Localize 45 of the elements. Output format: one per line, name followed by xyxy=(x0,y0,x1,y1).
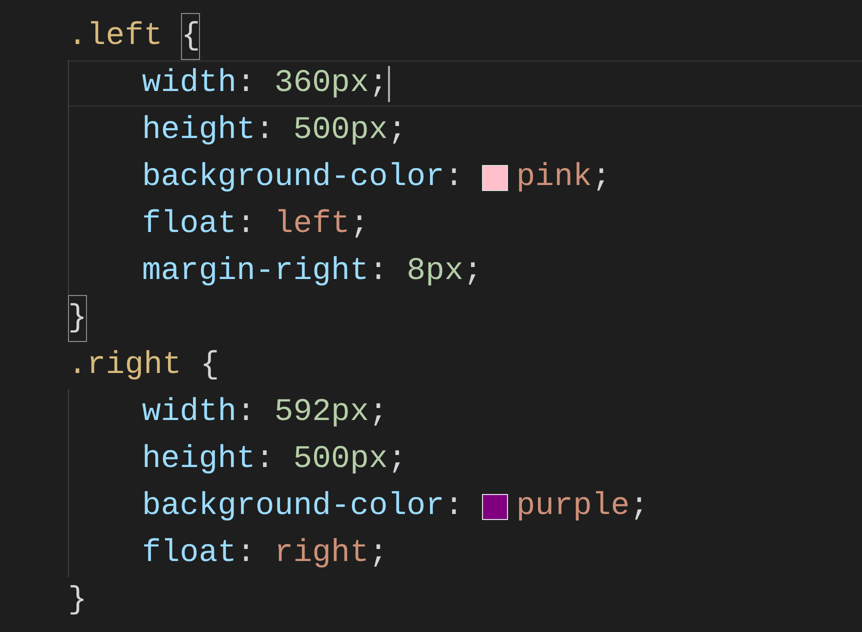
semicolon: ; xyxy=(463,253,482,291)
semicolon: ; xyxy=(630,488,649,526)
css-value: purple xyxy=(516,488,630,526)
css-value: 8px xyxy=(406,253,464,291)
colon: : xyxy=(444,488,464,526)
css-value: left xyxy=(274,206,350,244)
css-property: float xyxy=(142,206,237,244)
colon: : xyxy=(236,206,256,244)
semicolon: ; xyxy=(368,535,388,573)
semicolon: ; xyxy=(388,112,407,150)
semicolon: ; xyxy=(368,65,388,103)
opening-brace: { xyxy=(181,13,200,60)
closing-brace: } xyxy=(68,295,87,342)
css-value: 500px xyxy=(293,112,388,150)
semicolon: ; xyxy=(388,441,407,479)
closing-brace: } xyxy=(68,582,87,620)
css-selector: .left xyxy=(68,18,163,56)
text-cursor xyxy=(388,66,390,102)
colon: : xyxy=(444,159,464,197)
semicolon: ; xyxy=(368,394,388,432)
css-property: background-color xyxy=(142,159,444,197)
css-property: width xyxy=(142,394,237,432)
css-selector: .right xyxy=(68,347,182,385)
opening-brace: { xyxy=(200,347,220,385)
css-property: margin-right xyxy=(142,253,369,291)
css-property: height xyxy=(142,112,256,150)
colon: : xyxy=(236,535,256,573)
colon: : xyxy=(236,394,256,432)
css-value: 500px xyxy=(293,441,388,479)
color-swatch[interactable] xyxy=(482,494,508,520)
semicolon: ; xyxy=(592,159,611,197)
css-property: background-color xyxy=(142,488,444,526)
css-property: width xyxy=(142,65,237,103)
colon: : xyxy=(255,112,274,150)
css-value: 360px xyxy=(274,65,369,103)
colon: : xyxy=(255,441,274,479)
colon: : xyxy=(236,65,256,103)
css-property: float xyxy=(142,535,237,573)
color-swatch[interactable] xyxy=(482,164,508,190)
css-value: right xyxy=(274,535,369,573)
css-value: pink xyxy=(516,159,592,197)
semicolon: ; xyxy=(350,206,369,244)
css-property: height xyxy=(142,441,256,479)
colon: : xyxy=(368,253,388,291)
css-value: 592px xyxy=(274,394,369,432)
